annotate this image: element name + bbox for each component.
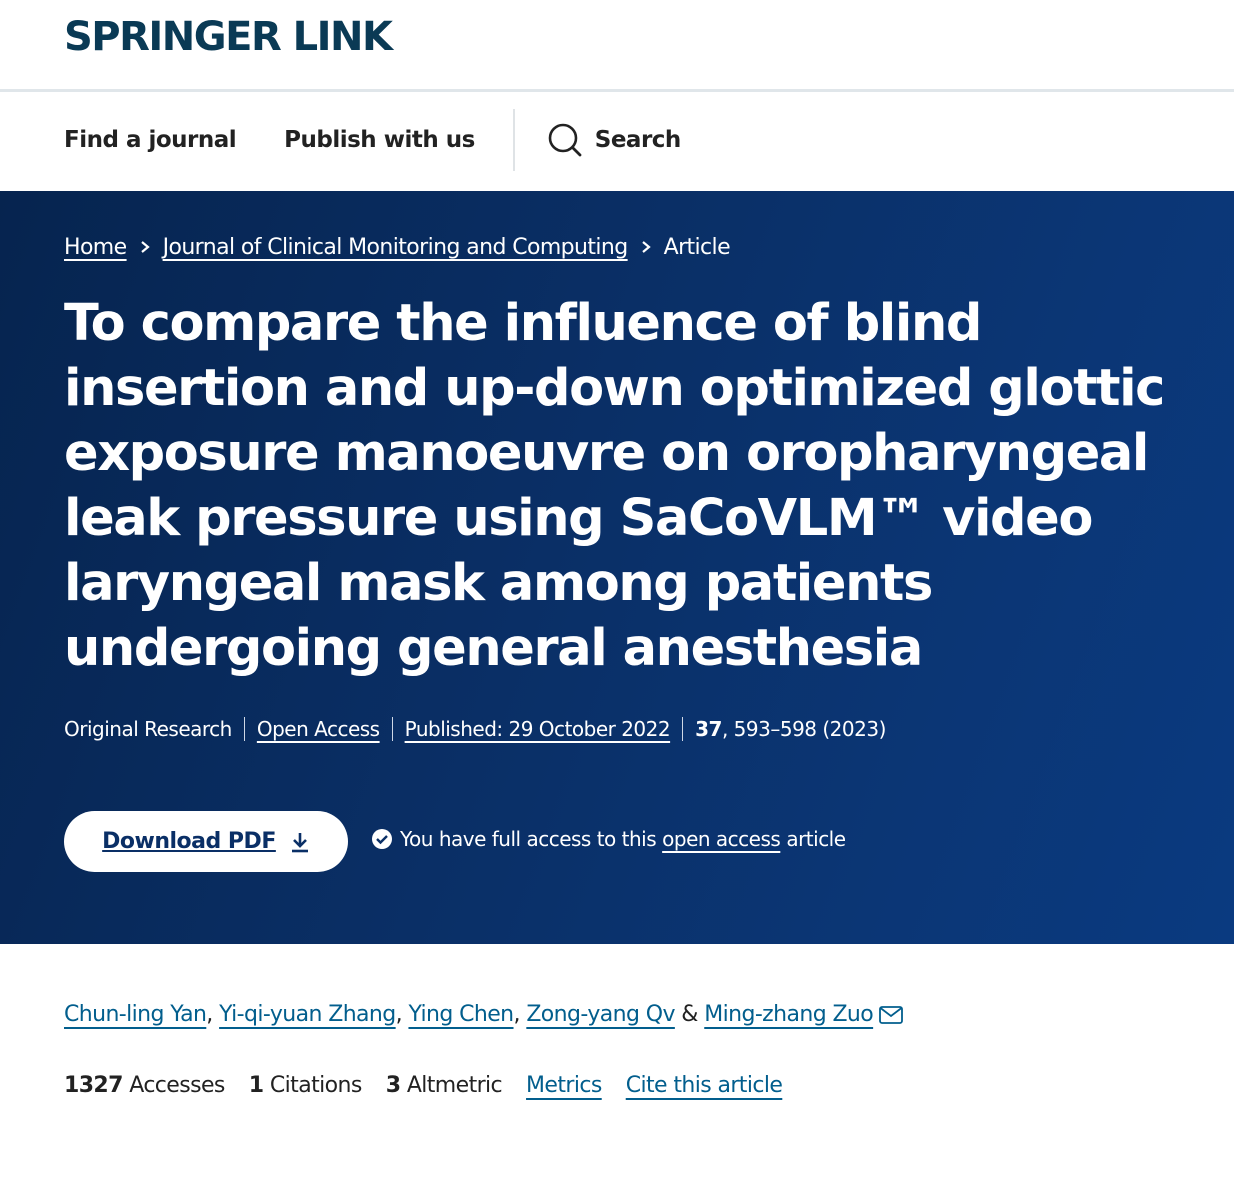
access-prefix: You have full access to this [400, 827, 657, 851]
search-label: Search [594, 127, 682, 153]
access-status: You have full access to this open access… [372, 827, 846, 851]
author-link[interactable]: Chun-ling Yan [64, 1002, 207, 1027]
article-stats: 1327 Accesses 1 Citations 3 Altmetric Me… [64, 1073, 806, 1098]
search-button[interactable]: Search [547, 122, 681, 158]
author-ampersand: & [681, 1002, 698, 1027]
search-icon [548, 123, 582, 157]
check-circle-icon [372, 829, 392, 849]
author-separator: , [513, 1002, 521, 1027]
article-hero: Home Journal of Clinical Monitoring and … [0, 191, 1234, 944]
publish-link[interactable]: Publish with us [284, 127, 475, 153]
cite-article-link[interactable]: Cite this article [626, 1073, 783, 1098]
download-pdf-label: Download PDF [102, 829, 276, 854]
author-separator: , [395, 1002, 403, 1027]
open-access-link[interactable]: Open Access [257, 717, 380, 741]
author-link[interactable]: Yi-qi-yuan Zhang [219, 1002, 396, 1027]
mail-icon[interactable] [879, 1005, 904, 1024]
article-meta: Original Research Open Access Published:… [64, 717, 886, 741]
main-nav: Find a journal Publish with us Search [0, 92, 1234, 188]
altmetric-stat: 3 Altmetric [385, 1073, 503, 1098]
breadcrumb-journal[interactable]: Journal of Clinical Monitoring and Compu… [163, 235, 629, 260]
published-date-link[interactable]: Published: 29 October 2022 [405, 717, 671, 741]
metrics-link[interactable]: Metrics [526, 1073, 602, 1098]
breadcrumb-current: Article [663, 235, 731, 260]
download-pdf-button[interactable]: Download PDF [64, 811, 348, 872]
author-list: Chun-ling Yan, Yi-qi-yuan Zhang, Ying Ch… [64, 1002, 904, 1027]
page-range: , 593–598 (2023) [721, 717, 886, 741]
author-link[interactable]: Zong-yang Qv [526, 1002, 675, 1027]
meta-divider [391, 717, 393, 741]
meta-divider [243, 717, 245, 741]
download-icon [291, 832, 308, 852]
access-suffix: article [786, 827, 846, 851]
breadcrumb: Home Journal of Clinical Monitoring and … [64, 235, 731, 260]
springer-link-logo[interactable]: SPRINGER LINK [64, 14, 393, 60]
chevron-right-icon [140, 235, 150, 260]
top-bar: SPRINGER LINK [0, 0, 1234, 92]
author-link[interactable]: Ming-zhang Zuo [704, 1002, 873, 1027]
open-access-info-link[interactable]: open access [662, 827, 781, 851]
author-link[interactable]: Ying Chen [408, 1002, 514, 1027]
citations-stat: 1 Citations [248, 1073, 363, 1098]
nav-divider [512, 109, 515, 171]
breadcrumb-home[interactable]: Home [64, 235, 127, 260]
article-type: Original Research [64, 717, 232, 741]
volume-number: 37 [695, 717, 722, 741]
accesses-stat: 1327 Accesses [64, 1073, 225, 1098]
author-separator: , [206, 1002, 213, 1027]
chevron-right-icon [641, 235, 651, 260]
article-title: To compare the influence of blind insert… [64, 294, 1165, 678]
find-journal-link[interactable]: Find a journal [64, 127, 237, 153]
meta-divider [682, 717, 684, 741]
